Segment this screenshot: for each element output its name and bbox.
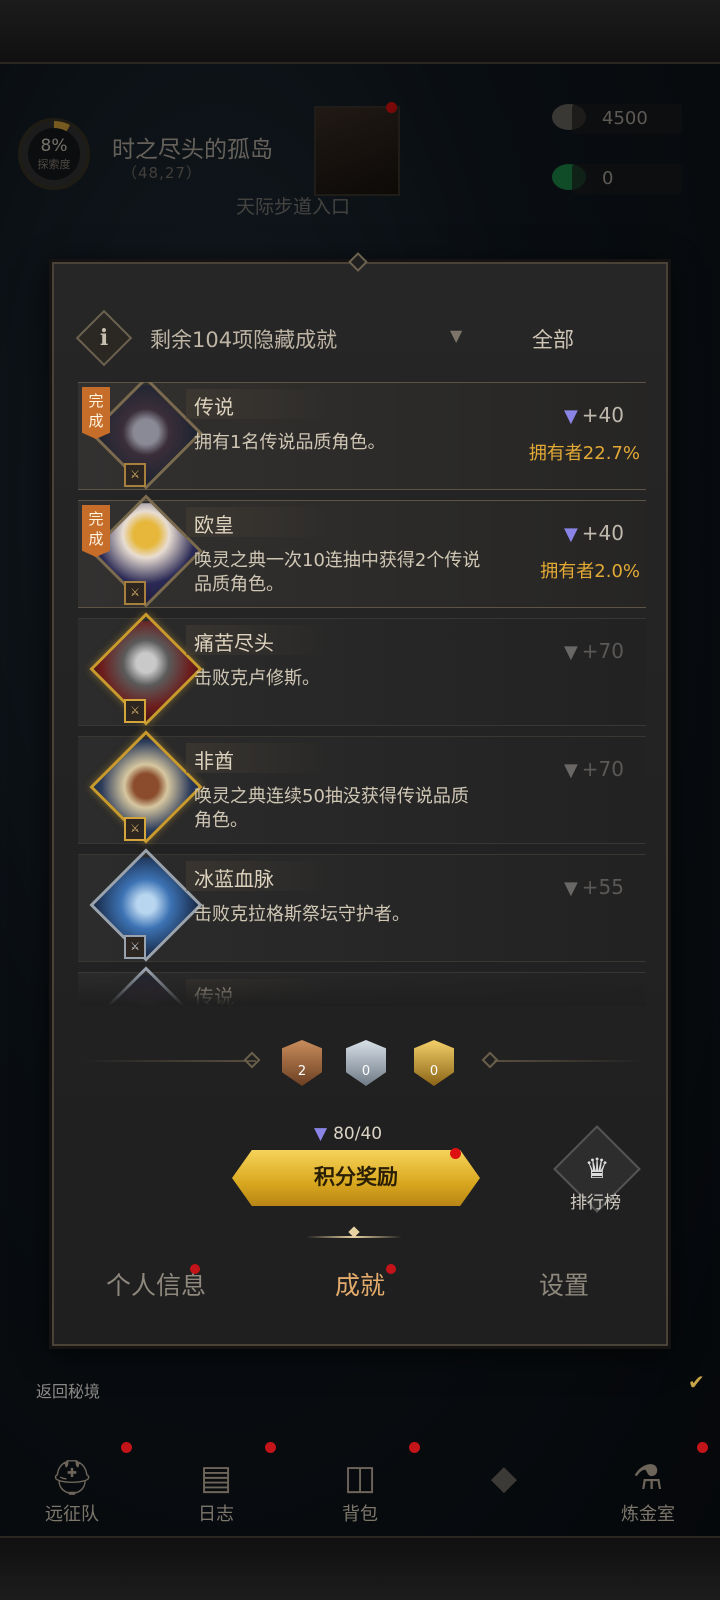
achievement-title: 冰蓝血脉 [194, 867, 274, 891]
divider-left [80, 1060, 256, 1062]
achievement-points: ▼ +40 [564, 403, 624, 427]
nav-journal[interactable]: ▤ 日志 [144, 1438, 288, 1534]
achievement-description: 击败克卢修斯。 [194, 668, 320, 689]
nav-label: 炼金室 [621, 1504, 675, 1525]
nav-label: 远征队 [45, 1504, 99, 1525]
score-value: 80/40 [333, 1124, 383, 1144]
top-frame [0, 0, 720, 64]
tab-label: 成就 [334, 1271, 385, 1300]
dark-knight-icon [89, 612, 203, 726]
owner-percentage: 拥有者2.0% [540, 561, 640, 582]
tab-label: 个人信息 [105, 1271, 206, 1300]
ice-dragon-icon [89, 848, 203, 962]
achievement-description: 拥有1名传说品质角色。 [194, 432, 386, 453]
check-icon[interactable]: ✔ [688, 1370, 714, 1396]
notification-dot [386, 1264, 396, 1274]
achievement-description: 击败克拉格斯祭坛守护者。 [194, 904, 410, 925]
gold-tier-icon: ⚔ [124, 699, 146, 723]
ranking-label[interactable]: 排行榜 [570, 1188, 621, 1213]
completed-tag: 完成 [82, 387, 110, 439]
owner-percentage: 拥有者22.7% [528, 443, 640, 464]
nav-alchemy[interactable]: ⚗ 炼金室 [576, 1438, 720, 1534]
achievement-points: ▼ +55 [564, 875, 624, 899]
notification-dot [450, 1148, 461, 1159]
achievement-row[interactable]: ⚔ 完成 传说 拥有1名传说品质角色。 ▼ +40 拥有者22.7% [78, 382, 646, 490]
points-icon: ▼ [314, 1124, 328, 1144]
panel-tabs: 个人信息 成就 设置 [54, 1258, 666, 1328]
journal-icon: ▤ [199, 1458, 233, 1498]
return-button-label[interactable]: 返回秘境 [36, 1378, 100, 1402]
achievement-title: 非酋 [194, 749, 234, 773]
game-bottom-nav: ⛑ 远征队 ▤ 日志 ◫ 背包 ◆ ⚗ 炼金室 [0, 1438, 720, 1534]
divider-right [494, 1060, 644, 1062]
points-value: +70 [581, 757, 624, 781]
points-icon: ▼ [563, 524, 578, 545]
achievement-points: ▼ +70 [564, 639, 624, 663]
tab-settings[interactable]: 设置 [462, 1258, 666, 1328]
nav-backpack[interactable]: ◫ 背包 [288, 1438, 432, 1534]
notification-dot [121, 1442, 132, 1453]
points-icon: ▼ [563, 406, 578, 427]
filter-dropdown-value[interactable]: 全部 [532, 324, 574, 354]
achievement-row[interactable]: ⚔ 冰蓝血脉 击败克拉格斯祭坛守护者。 ▼ +55 [78, 848, 646, 962]
achievement-title: 传说 [194, 395, 234, 419]
notification-dot [409, 1442, 420, 1453]
alchemy-icon: ⚗ [632, 1458, 664, 1498]
dropdown-arrow-icon[interactable]: ▼ [450, 326, 462, 345]
list-fade [78, 970, 646, 1006]
points-icon: ▼ [563, 642, 578, 663]
gold-tier-icon: ⚔ [124, 817, 146, 841]
achievement-row[interactable]: ⚔ 非酋 唤灵之典连续50抽没获得传说品质角色。 ▼ +70 [78, 730, 646, 844]
notification-dot [190, 1264, 200, 1274]
achievement-filter-bar[interactable]: i 剩余104项隐藏成就 ▼ 全部 [75, 309, 646, 374]
tab-achievements[interactable]: 成就 [258, 1258, 462, 1328]
points-reward-button[interactable]: 积分奖励 [232, 1150, 480, 1206]
nav-locked[interactable]: ◆ [432, 1438, 576, 1534]
backpack-icon: ◫ [343, 1458, 377, 1498]
achievement-row[interactable]: ⚔ 痛苦尽头 击败克卢修斯。 ▼ +70 [78, 612, 646, 726]
points-icon: ▼ [563, 760, 578, 781]
achievement-description: 唤灵之典一次10连抽中获得2个传说品质角色。 [194, 550, 481, 595]
silver-tier-icon: ⚔ [124, 935, 146, 959]
bronze-medal-count: 2 [297, 1064, 307, 1079]
achievement-list[interactable]: ⚔ 完成 传说 拥有1名传说品质角色。 ▼ +40 拥有者22.7% ⚔ 完成 欧… [78, 382, 646, 1006]
points-icon: ▼ [563, 878, 578, 899]
gold-medal-count: 0 [429, 1064, 439, 1079]
points-value: +40 [581, 521, 624, 545]
tab-profile[interactable]: 个人信息 [54, 1258, 258, 1328]
achievement-title: 痛苦尽头 [194, 631, 274, 655]
nav-label: 日志 [198, 1504, 234, 1525]
achievement-title: 欧皇 [194, 513, 234, 537]
locked-icon: ◆ [490, 1458, 518, 1498]
info-icon[interactable]: i [75, 309, 133, 367]
achievement-description: 唤灵之典连续50抽没获得传说品质角色。 [194, 786, 469, 831]
nav-expedition[interactable]: ⛑ 远征队 [0, 1438, 144, 1534]
nav-label: 背包 [342, 1504, 378, 1525]
silver-medal-count: 0 [361, 1064, 371, 1079]
tab-label: 设置 [538, 1271, 589, 1300]
bronze-tier-icon: ⚔ [124, 463, 146, 487]
points-value: +55 [581, 875, 624, 899]
bronze-tier-icon: ⚔ [124, 581, 146, 605]
achievement-points: ▼ +70 [564, 757, 624, 781]
completed-tag: 完成 [82, 505, 110, 557]
bottom-frame [0, 1536, 720, 1600]
notification-dot [265, 1442, 276, 1453]
achievement-row[interactable]: ⚔ 完成 欧皇 唤灵之典一次10连抽中获得2个传说品质角色。 ▼ +40 拥有者2… [78, 494, 646, 608]
helmet-icon: ⛑ [50, 1458, 94, 1498]
hidden-achievements-count: 剩余104项隐藏成就 [150, 328, 338, 352]
achievement-score: ▼ 80/40 [314, 1124, 382, 1144]
tribal-warrior-icon [89, 730, 203, 844]
tab-indicator [306, 1236, 402, 1238]
achievement-points: ▼ +40 [564, 521, 624, 545]
points-value: +40 [581, 403, 624, 427]
points-value: +70 [581, 639, 624, 663]
notification-dot [697, 1442, 708, 1453]
